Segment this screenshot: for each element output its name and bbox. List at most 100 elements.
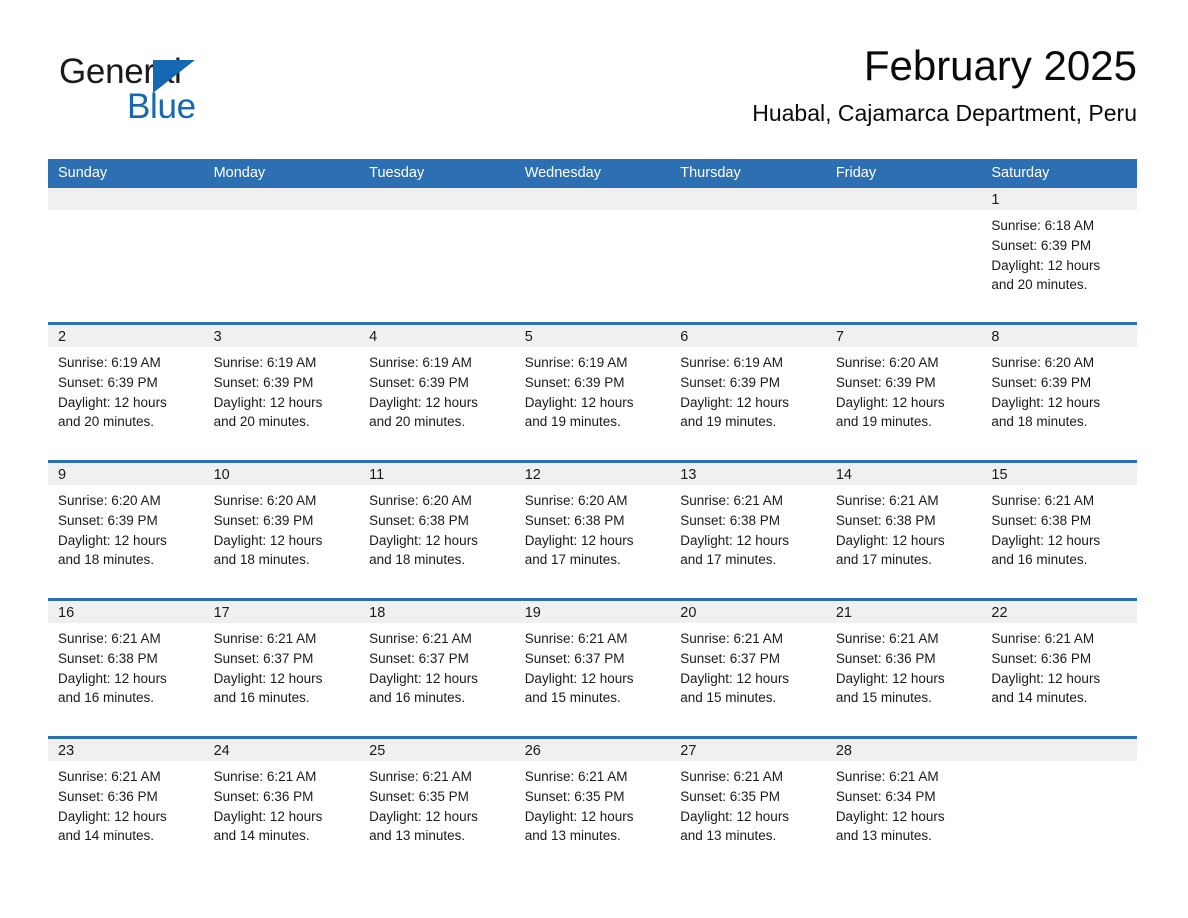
calendar-day-cell[interactable]: 4 Sunrise: 6:19 AM Sunset: 6:39 PM Daylight… (359, 322, 515, 462)
calendar-day-cell[interactable]: 7 Sunrise: 6:20 AM Sunset: 6:39 PM Daylight… (825, 322, 982, 462)
calendar-day-cell[interactable]: 1 Sunrise: 6:18 AM Sunset: 6:39 PM Daylight… (981, 188, 1137, 324)
day-detail-daylight-line1: Daylight: 12 hours (369, 670, 478, 686)
day-detail-daylight-line1: Daylight: 12 hours (680, 670, 790, 686)
day-number (825, 188, 982, 210)
day-detail-sunrise: Sunrise: 6:21 AM (524, 631, 628, 646)
day-detail-daylight-line2: and 18 minutes. (213, 552, 310, 568)
day-detail-daylight-line2: and 14 minutes. (991, 690, 1088, 706)
calendar-day-cell[interactable]: 10 Sunrise: 6:20 AM Sunset: 6:39 PM Dayligh… (203, 460, 360, 600)
day-number: 4 (359, 325, 515, 347)
day-number: 6 (670, 325, 826, 347)
day-detail-daylight-line2: and 17 minutes. (680, 552, 777, 568)
day-detail-sunset: Sunset: 6:38 PM (991, 512, 1092, 528)
day-detail-sunset: Sunset: 6:39 PM (58, 512, 158, 528)
day-details: Sunrise: 6:21 AM Sunset: 6:37 PM Daylight:… (670, 623, 826, 708)
day-detail-daylight-line2: and 15 minutes. (524, 690, 621, 706)
day-detail-sunrise: Sunrise: 6:18 AM (991, 218, 1095, 233)
day-details: Sunrise: 6:21 AM Sunset: 6:36 PM Daylight:… (826, 623, 982, 708)
day-detail-daylight-line2: and 18 minutes. (369, 552, 466, 568)
day-detail-daylight-line1: Daylight: 12 hours (58, 808, 167, 824)
day-details: Sunrise: 6:21 AM Sunset: 6:35 PM Daylight:… (359, 761, 515, 846)
calendar-day-cell[interactable]: 26 Sunrise: 6:21 AM Sunset: 6:35 PM Dayligh… (514, 736, 671, 874)
calendar-day-cell[interactable]: 18 Sunrise: 6:21 AM Sunset: 6:37 PM Dayligh… (359, 598, 515, 738)
day-number (48, 188, 204, 210)
day-details: Sunrise: 6:19 AM Sunset: 6:39 PM Daylight:… (48, 347, 204, 432)
day-detail-sunrise: Sunrise: 6:19 AM (369, 355, 472, 370)
day-detail-sunset: Sunset: 6:36 PM (58, 788, 158, 804)
day-details: Sunrise: 6:21 AM Sunset: 6:36 PM Daylight:… (204, 761, 360, 846)
day-detail-daylight-line1: Daylight: 12 hours (991, 394, 1101, 410)
day-detail-sunrise: Sunrise: 6:21 AM (524, 769, 628, 784)
calendar-grid: Sunday Monday Tuesday Wednesday Thursday… (48, 159, 1137, 874)
day-detail-sunset: Sunset: 6:39 PM (835, 374, 936, 390)
day-detail-daylight-line1: Daylight: 12 hours (524, 808, 634, 824)
day-details: Sunrise: 6:19 AM Sunset: 6:39 PM Daylight:… (359, 347, 515, 432)
day-number: 5 (514, 325, 671, 347)
day-detail-daylight-line1: Daylight: 12 hours (213, 670, 323, 686)
day-detail-daylight-line2: and 20 minutes. (991, 277, 1088, 293)
day-detail-sunrise: Sunrise: 6:19 AM (680, 355, 784, 370)
day-detail-daylight-line2: and 15 minutes. (835, 690, 932, 706)
calendar-day-cell[interactable]: 12 Sunrise: 6:20 AM Sunset: 6:38 PM Dayligh… (514, 460, 671, 600)
calendar-day-cell[interactable]: 20 Sunrise: 6:21 AM Sunset: 6:37 PM Dayligh… (670, 598, 826, 738)
calendar-day-cell[interactable]: 2 Sunrise: 6:19 AM Sunset: 6:39 PM Daylight… (48, 322, 204, 462)
day-detail-sunrise: Sunrise: 6:19 AM (213, 355, 317, 370)
calendar-day-cell-empty (670, 188, 826, 324)
day-detail-sunset: Sunset: 6:39 PM (524, 374, 625, 390)
day-number: 21 (825, 601, 982, 623)
calendar-day-cell[interactable]: 25 Sunrise: 6:21 AM Sunset: 6:35 PM Dayligh… (359, 736, 515, 874)
calendar-day-cell[interactable]: 22 Sunrise: 6:21 AM Sunset: 6:36 PM Dayligh… (981, 598, 1137, 738)
day-detail-sunset: Sunset: 6:38 PM (835, 512, 936, 528)
day-detail-daylight-line2: and 17 minutes. (835, 552, 932, 568)
day-detail-sunset: Sunset: 6:38 PM (524, 512, 625, 528)
day-detail-sunset: Sunset: 6:37 PM (524, 650, 625, 666)
day-number: 28 (825, 739, 982, 761)
day-number: 27 (670, 739, 826, 761)
calendar-week-row: 16 Sunrise: 6:21 AM Sunset: 6:38 PM Dayligh… (48, 598, 1137, 738)
day-detail-daylight-line1: Daylight: 12 hours (680, 808, 790, 824)
calendar-day-cell[interactable]: 8 Sunrise: 6:20 AM Sunset: 6:39 PM Daylight… (981, 322, 1137, 462)
calendar-day-cell[interactable]: 17 Sunrise: 6:21 AM Sunset: 6:37 PM Dayligh… (203, 598, 360, 738)
day-details: Sunrise: 6:21 AM Sunset: 6:34 PM Daylight:… (826, 761, 982, 846)
day-number: 23 (48, 739, 204, 761)
calendar-day-cell[interactable]: 16 Sunrise: 6:21 AM Sunset: 6:38 PM Dayligh… (48, 598, 204, 738)
day-details: Sunrise: 6:21 AM Sunset: 6:38 PM Daylight:… (670, 485, 826, 570)
day-detail-daylight-line1: Daylight: 12 hours (835, 670, 945, 686)
calendar-day-cell-empty (825, 188, 982, 324)
day-detail-sunrise: Sunrise: 6:21 AM (213, 631, 317, 646)
day-detail-daylight-line2: and 13 minutes. (369, 828, 466, 844)
calendar-day-cell[interactable]: 3 Sunrise: 6:19 AM Sunset: 6:39 PM Daylight… (203, 322, 360, 462)
day-detail-sunrise: Sunrise: 6:20 AM (524, 493, 628, 508)
day-details: Sunrise: 6:20 AM Sunset: 6:39 PM Daylight:… (826, 347, 982, 432)
weekday-header-sunday: Sunday (48, 159, 204, 188)
calendar-day-cell[interactable]: 13 Sunrise: 6:21 AM Sunset: 6:38 PM Dayligh… (670, 460, 826, 600)
day-detail-sunrise: Sunrise: 6:21 AM (835, 493, 939, 508)
calendar-day-cell[interactable]: 15 Sunrise: 6:21 AM Sunset: 6:38 PM Dayligh… (981, 460, 1137, 600)
calendar-day-cell[interactable]: 23 Sunrise: 6:21 AM Sunset: 6:36 PM Dayligh… (48, 736, 204, 874)
day-number: 10 (203, 463, 360, 485)
calendar-day-cell[interactable]: 27 Sunrise: 6:21 AM Sunset: 6:35 PM Dayligh… (670, 736, 826, 874)
calendar-week-row: 2 Sunrise: 6:19 AM Sunset: 6:39 PM Daylight… (48, 322, 1137, 462)
day-details: Sunrise: 6:21 AM Sunset: 6:38 PM Daylight:… (826, 485, 982, 570)
day-detail-sunset: Sunset: 6:38 PM (369, 512, 469, 528)
calendar-day-cell[interactable]: 5 Sunrise: 6:19 AM Sunset: 6:39 PM Daylight… (514, 322, 671, 462)
day-number: 13 (670, 463, 826, 485)
calendar-day-cell[interactable]: 24 Sunrise: 6:21 AM Sunset: 6:36 PM Dayligh… (203, 736, 360, 874)
day-detail-daylight-line2: and 14 minutes. (213, 828, 310, 844)
day-detail-sunset: Sunset: 6:39 PM (58, 374, 158, 390)
generalblue-logo[interactable]: General Blue (59, 52, 249, 128)
day-detail-sunrise: Sunrise: 6:21 AM (680, 493, 784, 508)
calendar-day-cell[interactable]: 21 Sunrise: 6:21 AM Sunset: 6:36 PM Dayligh… (825, 598, 982, 738)
calendar-day-cell[interactable]: 19 Sunrise: 6:21 AM Sunset: 6:37 PM Dayligh… (514, 598, 671, 738)
calendar-body: 1 Sunrise: 6:18 AM Sunset: 6:39 PM Daylight… (48, 188, 1137, 874)
calendar-day-cell[interactable]: 6 Sunrise: 6:19 AM Sunset: 6:39 PM Daylight… (670, 322, 826, 462)
calendar-day-cell[interactable]: 28 Sunrise: 6:21 AM Sunset: 6:34 PM Dayligh… (825, 736, 982, 874)
day-detail-sunrise: Sunrise: 6:21 AM (213, 769, 317, 784)
calendar-week-row: 23 Sunrise: 6:21 AM Sunset: 6:36 PM Dayligh… (48, 736, 1137, 874)
day-detail-daylight-line1: Daylight: 12 hours (369, 532, 478, 548)
weekday-header-tuesday: Tuesday (359, 159, 515, 188)
calendar-day-cell[interactable]: 14 Sunrise: 6:21 AM Sunset: 6:38 PM Dayligh… (825, 460, 982, 600)
calendar-day-cell[interactable]: 11 Sunrise: 6:20 AM Sunset: 6:38 PM Dayligh… (359, 460, 515, 600)
calendar-day-cell[interactable]: 9 Sunrise: 6:20 AM Sunset: 6:39 PM Daylight… (48, 460, 204, 600)
day-detail-sunset: Sunset: 6:37 PM (680, 650, 781, 666)
